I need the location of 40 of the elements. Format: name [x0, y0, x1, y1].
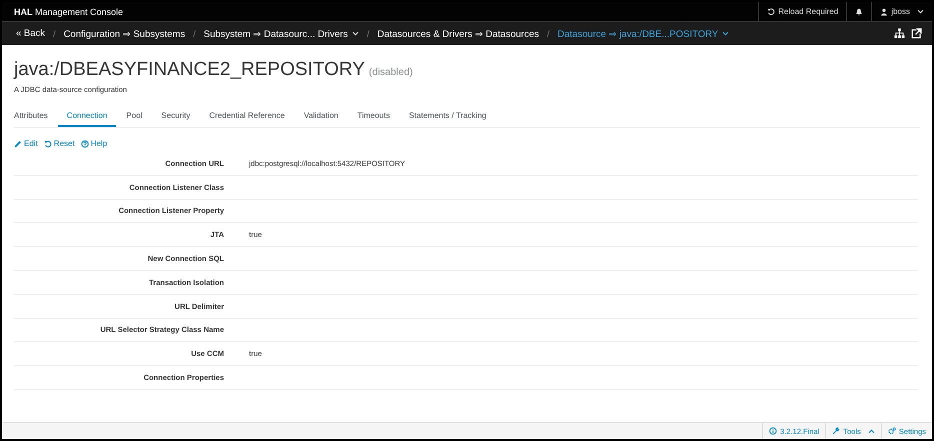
external-link-icon[interactable] [911, 28, 922, 39]
caret-icon [917, 9, 924, 14]
breadcrumb-link[interactable]: Datasources & Drivers ⇒ Datasources [377, 28, 539, 40]
app-title: HAL Management Console [14, 6, 124, 16]
breadcrumb-separator: / [193, 28, 196, 38]
user-icon [880, 8, 888, 16]
tab[interactable]: Connection [58, 111, 116, 127]
breadcrumb-link[interactable]: « Back [16, 28, 46, 39]
tab[interactable]: Credential Reference [200, 111, 294, 127]
info-icon [769, 427, 778, 435]
page-title: java:/DBEASYFINANCE2_REPOSITORY [14, 59, 365, 81]
help-icon [80, 140, 89, 148]
tab[interactable]: Statements / Tracking [400, 111, 496, 127]
action-link[interactable]: Reset [44, 139, 75, 148]
breadcrumb-separator: / [366, 28, 370, 38]
tab[interactable]: Timeouts [348, 111, 399, 127]
breadcrumb-separator: / [546, 28, 550, 38]
tab[interactable]: Security [152, 111, 200, 127]
wrench-icon [832, 427, 840, 435]
action-link[interactable]: Edit [14, 139, 38, 148]
tab[interactable]: Pool [117, 111, 152, 127]
settings-icon [888, 427, 896, 435]
breadcrumb-link[interactable]: Configuration ⇒ Subsystems [64, 28, 186, 40]
caret-icon [868, 428, 875, 434]
caret-icon [352, 31, 359, 36]
caret-icon [722, 31, 730, 36]
status-label: (disabled) [368, 67, 413, 78]
user-menu-button[interactable]: jboss [871, 2, 932, 21]
breadcrumb-link[interactable]: Datasource ⇒ java:/DBE...POSITORY [558, 28, 730, 40]
action-link[interactable]: Help [80, 139, 108, 148]
reload-icon [767, 8, 776, 16]
tab[interactable]: Attributes [14, 111, 57, 127]
tab[interactable]: Validation [294, 111, 348, 127]
sitemap-icon[interactable] [894, 28, 905, 39]
breadcrumb-link[interactable]: Subsystem ⇒ Datasourc... Drivers [204, 28, 359, 40]
reload-required-button[interactable]: Reload Required [758, 2, 846, 21]
undo-icon [44, 140, 52, 148]
pencil-icon [14, 140, 22, 148]
bell-icon [855, 8, 864, 16]
breadcrumb-separator: / [53, 28, 56, 38]
